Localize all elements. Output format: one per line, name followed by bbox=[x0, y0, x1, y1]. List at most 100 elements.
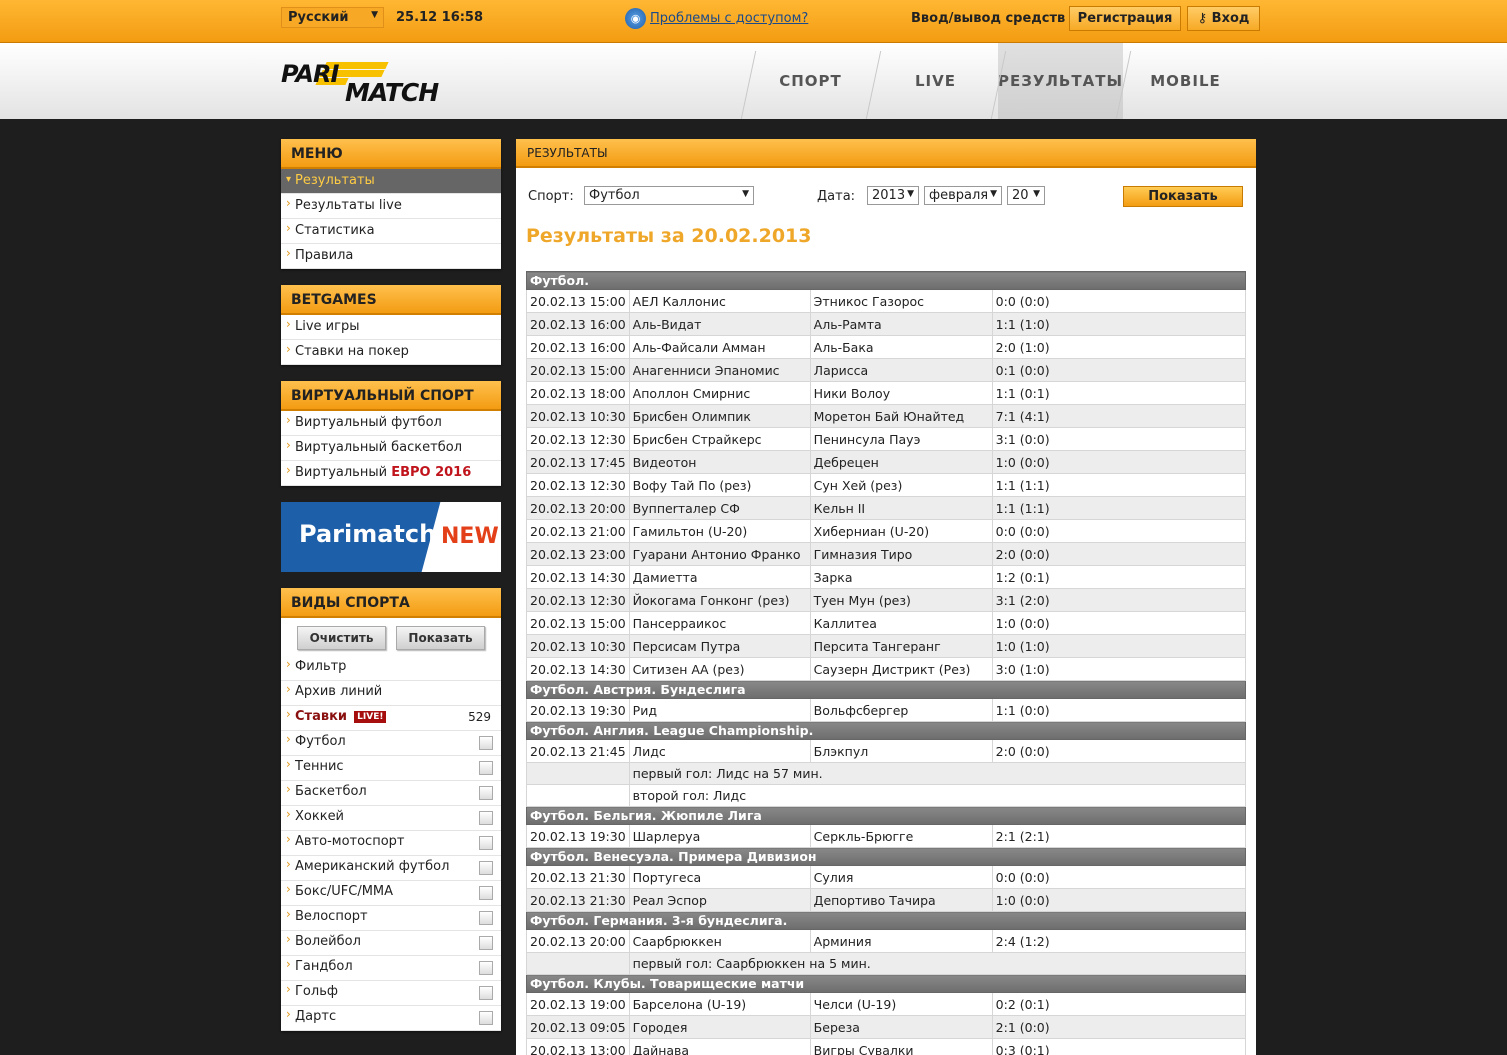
nav-live[interactable]: LIVE bbox=[873, 43, 998, 119]
nav-sport[interactable]: СПОРТ bbox=[748, 43, 873, 119]
sport-item[interactable]: Дартс bbox=[281, 1006, 501, 1031]
sport-item[interactable]: Бокс/UFC/MMA bbox=[281, 881, 501, 906]
menu-item-virtual-euro[interactable]: Виртуальный ЕВРО 2016 bbox=[281, 461, 501, 486]
sport-checkbox[interactable] bbox=[479, 861, 493, 875]
sport-item[interactable]: Теннис bbox=[281, 756, 501, 781]
match-score: 1:0 (0:0) bbox=[991, 450, 1247, 474]
sport-checkbox[interactable] bbox=[479, 936, 493, 950]
table-row: 20.02.13 20:00 Вуппerталер СФ Кельн II 1:1 … bbox=[526, 496, 1247, 520]
sport-item[interactable]: Волейбол bbox=[281, 931, 501, 956]
nav-mobile[interactable]: MOBILE bbox=[1123, 43, 1248, 119]
home-team: Вуппerталер СФ bbox=[628, 496, 811, 520]
table-row: 20.02.13 15:00 АЕЛ Каллонис Этникос Газоро… bbox=[526, 289, 1247, 313]
sport-checkbox[interactable] bbox=[479, 986, 493, 1000]
chevron-down-icon: ▼ bbox=[1033, 189, 1040, 199]
sport-checkbox[interactable] bbox=[479, 886, 493, 900]
menu-item-statistics[interactable]: Статистика bbox=[281, 219, 501, 244]
sport-item[interactable]: Велоспорт bbox=[281, 906, 501, 931]
sport-item[interactable]: Американский футбол bbox=[281, 856, 501, 881]
match-score: 1:2 (0:1) bbox=[991, 565, 1247, 589]
year-select[interactable]: 2013 ▼ bbox=[867, 186, 919, 205]
sport-item[interactable]: Баскетбол bbox=[281, 781, 501, 806]
match-score: 1:1 (1:0) bbox=[991, 312, 1247, 336]
live-badge: LIVE! bbox=[354, 711, 387, 723]
main-nav: СПОРТ LIVE РЕЗУЛЬТАТЫ MOBILE bbox=[748, 43, 1248, 119]
match-score: 3:1 (2:0) bbox=[991, 588, 1247, 612]
sport-checkbox[interactable] bbox=[479, 836, 493, 850]
show-results-button[interactable]: Показать bbox=[1123, 186, 1243, 207]
menu-item-live-games[interactable]: Live игры bbox=[281, 315, 501, 340]
day-select[interactable]: 20 ▼ bbox=[1007, 186, 1045, 205]
away-team: Арминия bbox=[809, 929, 993, 953]
table-row: 20.02.13 10:30 Брисбен Олимпик Моретон Бай… bbox=[526, 404, 1247, 428]
match-time: 20.02.13 14:30 bbox=[526, 657, 630, 681]
menu-item-results[interactable]: Результаты bbox=[281, 169, 501, 194]
menu-item-virtual-football[interactable]: Виртуальный футбол bbox=[281, 411, 501, 436]
sport-checkbox[interactable] bbox=[479, 761, 493, 775]
menu-item-rules[interactable]: Правила bbox=[281, 244, 501, 269]
match-time: 20.02.13 19:30 bbox=[526, 698, 630, 722]
match-score: 1:0 (0:0) bbox=[991, 611, 1247, 635]
match-time: 20.02.13 16:00 bbox=[526, 335, 630, 359]
sport-item-label: Хоккей bbox=[295, 809, 345, 824]
match-time: 20.02.13 10:30 bbox=[526, 634, 630, 658]
menu-item-results-live[interactable]: Результаты live bbox=[281, 194, 501, 219]
sport-select-value: Футбол bbox=[589, 188, 640, 203]
sport-item[interactable]: Гольф bbox=[281, 981, 501, 1006]
clear-button[interactable]: Очистить bbox=[297, 626, 386, 650]
sport-checkbox[interactable] bbox=[479, 811, 493, 825]
away-team: Каллитеа bbox=[809, 611, 993, 635]
language-select[interactable]: Русский ▼ bbox=[281, 7, 384, 28]
table-row: 20.02.13 16:00 Аль-Файсали Амман Аль-Бака 2… bbox=[526, 335, 1247, 359]
home-team: Брисбен Страйкерс bbox=[628, 427, 811, 451]
nav-results[interactable]: РЕЗУЛЬТАТЫ bbox=[998, 43, 1123, 119]
match-time: 20.02.13 20:00 bbox=[526, 929, 630, 953]
match-score: 3:1 (0:0) bbox=[991, 427, 1247, 451]
match-time: 20.02.13 20:00 bbox=[526, 496, 630, 520]
sport-checkbox[interactable] bbox=[479, 736, 493, 750]
results-panel: РЕЗУЛЬТАТЫ Спорт: Футбол ▼ Дата: 2013 ▼ … bbox=[516, 139, 1256, 1055]
register-button[interactable]: Регистрация bbox=[1069, 6, 1181, 31]
league-name: Футбол. Венесуэла. Примера Дивизион bbox=[526, 847, 1246, 866]
sport-item-label: Гандбол bbox=[295, 959, 353, 974]
deposit-withdraw-link[interactable]: Ввод/вывод средств bbox=[911, 11, 1065, 26]
sport-checkbox[interactable] bbox=[479, 911, 493, 925]
league-group-row: Футбол. Германия. 3-я бундеслига. bbox=[526, 911, 1246, 930]
sport-item-label: Авто-мотоспорт bbox=[295, 834, 405, 849]
stavki-count: 529 bbox=[468, 710, 491, 724]
menu-box: МЕНЮ Результаты Результаты live Статисти… bbox=[281, 139, 501, 269]
home-team: АЕЛ Каллонис bbox=[628, 289, 811, 313]
match-score: 2:1 (0:0) bbox=[991, 1015, 1247, 1039]
home-team: Барселона (U-19) bbox=[628, 992, 811, 1016]
match-score: 2:4 (1:2) bbox=[991, 929, 1247, 953]
sport-select[interactable]: Футбол ▼ bbox=[584, 186, 754, 205]
access-problems[interactable]: ◉ Проблемы с доступом? bbox=[625, 8, 808, 29]
sport-item[interactable]: Футбол bbox=[281, 731, 501, 756]
archive-item[interactable]: Архив линий bbox=[281, 681, 501, 706]
sport-checkbox[interactable] bbox=[479, 1011, 493, 1025]
parimatch-new-banner[interactable]: Parimatch NEW bbox=[281, 502, 501, 572]
login-button[interactable]: ⚷ Вход bbox=[1187, 6, 1260, 31]
away-team: Сун Хей (рез) bbox=[809, 473, 993, 497]
away-team: Этникос Газорос bbox=[809, 289, 993, 313]
euro-2016-label: ЕВРО 2016 bbox=[391, 465, 472, 480]
month-select[interactable]: февраля ▼ bbox=[924, 186, 1002, 205]
stavki-live-item[interactable]: Ставки LIVE! 529 bbox=[281, 706, 501, 731]
sport-checkbox[interactable] bbox=[479, 786, 493, 800]
menu-item-virtual-basketball[interactable]: Виртуальный баскетбол bbox=[281, 436, 501, 461]
show-sports-button[interactable]: Показать bbox=[396, 626, 485, 650]
match-score: 1:0 (0:0) bbox=[991, 888, 1247, 912]
table-row: 20.02.13 15:00 Пансерраикос Каллитеа 1:0 (0… bbox=[526, 611, 1247, 635]
betgames-title: BETGAMES bbox=[281, 285, 501, 315]
sport-checkbox[interactable] bbox=[479, 961, 493, 975]
sport-item[interactable]: Авто-мотоспорт bbox=[281, 831, 501, 856]
sport-item[interactable]: Гандбол bbox=[281, 956, 501, 981]
home-team: Дайнава bbox=[628, 1038, 811, 1055]
access-problems-link[interactable]: Проблемы с доступом? bbox=[650, 11, 808, 26]
parimatch-logo[interactable]: PARI MATCH bbox=[281, 60, 471, 107]
sport-item[interactable]: Хоккей bbox=[281, 806, 501, 831]
filter-item[interactable]: Фильтр bbox=[281, 656, 501, 681]
sports-buttons: Очистить Показать bbox=[281, 618, 501, 656]
table-row: 20.02.13 12:30 Вофу Тай По (рез) Сун Хей (… bbox=[526, 473, 1247, 497]
menu-item-poker-bets[interactable]: Ставки на покер bbox=[281, 340, 501, 365]
